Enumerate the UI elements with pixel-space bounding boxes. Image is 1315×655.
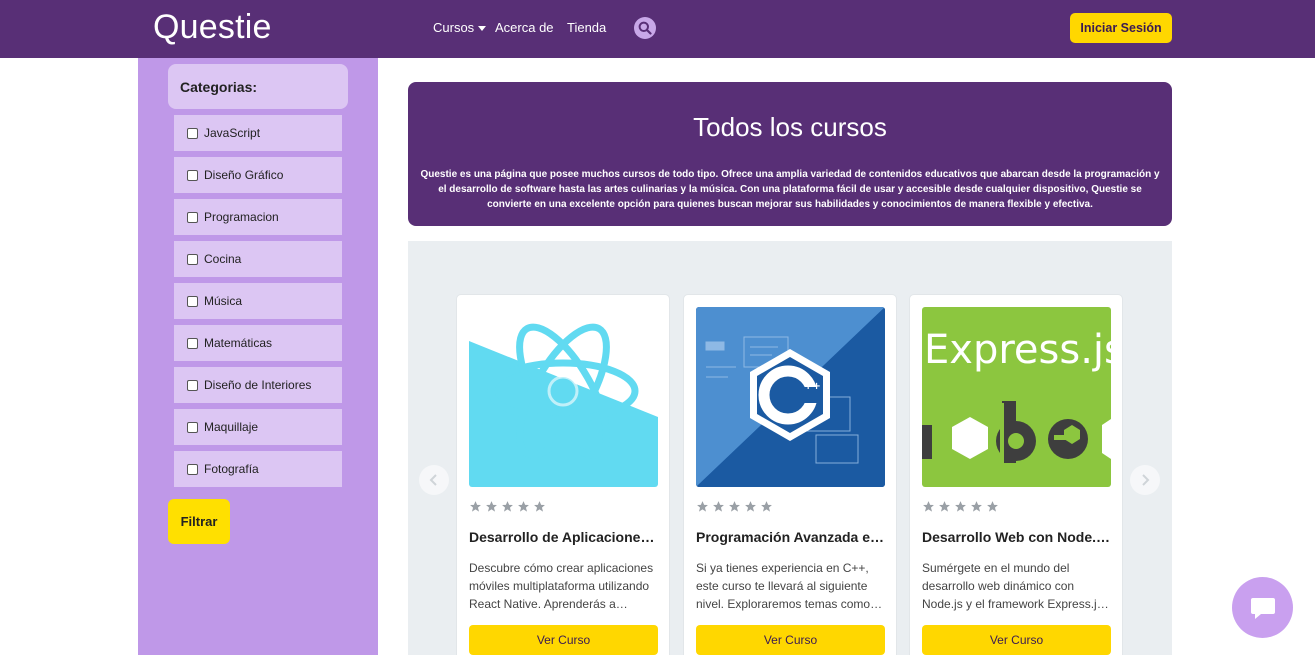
star-icon bbox=[923, 501, 934, 512]
chevron-down-icon bbox=[478, 26, 487, 31]
category-checkbox[interactable] bbox=[187, 379, 198, 391]
express-logo-text: Express.js bbox=[924, 327, 1111, 373]
course-image: Express.js bbox=[922, 307, 1111, 487]
brand-logo[interactable]: Questie bbox=[153, 8, 272, 47]
category-sidebar: Categorias: JavaScript Diseño Gráfico Pr… bbox=[138, 58, 378, 655]
category-label: Cocina bbox=[204, 252, 242, 266]
category-item-diseno-interiores[interactable]: Diseño de Interiores bbox=[174, 367, 342, 403]
cpp-logo-icon: ++ bbox=[696, 307, 885, 487]
category-label: Fotografía bbox=[204, 462, 259, 476]
categories-heading: Categorias: bbox=[168, 64, 348, 109]
category-checkbox[interactable] bbox=[187, 127, 198, 139]
search-icon bbox=[638, 21, 652, 35]
star-icon bbox=[697, 501, 708, 512]
chevron-right-icon bbox=[1142, 474, 1150, 486]
category-checkbox[interactable] bbox=[187, 463, 198, 475]
star-icon bbox=[518, 501, 529, 512]
star-icon bbox=[761, 501, 772, 512]
category-label: Maquillaje bbox=[204, 420, 259, 434]
category-label: Programacion bbox=[204, 210, 279, 224]
course-carousel: Desarrollo de Aplicaciones Móviles con R… bbox=[408, 241, 1172, 655]
rating-stars bbox=[469, 500, 546, 513]
category-checkbox[interactable] bbox=[187, 211, 198, 223]
view-course-button[interactable]: Ver Curso bbox=[696, 625, 885, 655]
category-label: JavaScript bbox=[204, 126, 261, 140]
star-icon bbox=[745, 501, 756, 512]
page-title: Todos los cursos bbox=[693, 112, 887, 142]
star-icon bbox=[955, 501, 966, 512]
category-item-fotografia[interactable]: Fotografía bbox=[174, 451, 342, 487]
react-logo-icon bbox=[469, 323, 658, 487]
category-label: Diseño de Interiores bbox=[204, 378, 312, 392]
carousel-next-button[interactable] bbox=[1130, 465, 1160, 495]
nav-acerca-link[interactable]: Acerca de bbox=[495, 20, 554, 35]
category-checkbox[interactable] bbox=[187, 295, 198, 307]
course-card: ++ Programación Avanzada en C++ Si ya ti… bbox=[683, 294, 897, 655]
course-description: Si ya tienes experiencia en C++, este cu… bbox=[696, 561, 871, 611]
category-item-maquillaje[interactable]: Maquillaje bbox=[174, 409, 342, 445]
category-checkbox[interactable] bbox=[187, 337, 198, 349]
chat-button[interactable] bbox=[1232, 577, 1293, 638]
search-button[interactable] bbox=[634, 17, 656, 39]
chat-bubble-icon bbox=[1250, 597, 1275, 619]
navbar: Questie Cursos Acerca de Tienda Iniciar … bbox=[0, 0, 1315, 58]
nav-tienda-link[interactable]: Tienda bbox=[567, 20, 606, 35]
carousel-prev-button[interactable] bbox=[419, 465, 449, 495]
hero-banner: Todos los cursos Questie es una página q… bbox=[408, 82, 1172, 226]
category-checkbox[interactable] bbox=[187, 421, 198, 433]
star-icon bbox=[534, 501, 545, 512]
view-course-button[interactable]: Ver Curso bbox=[469, 625, 658, 655]
rating-stars bbox=[922, 500, 999, 513]
star-icon bbox=[470, 501, 481, 512]
category-label: Música bbox=[204, 294, 243, 308]
chevron-left-icon bbox=[429, 474, 437, 486]
category-checkbox[interactable] bbox=[187, 253, 198, 265]
course-description: Sumérgete en el mundo del desarrollo web… bbox=[922, 561, 1103, 611]
star-icon bbox=[971, 501, 982, 512]
category-item-musica[interactable]: Música bbox=[174, 283, 342, 319]
star-icon bbox=[939, 501, 950, 512]
nav-cursos-label: Cursos bbox=[433, 20, 475, 35]
rating-stars bbox=[696, 500, 773, 513]
course-description: Descubre cómo crear aplicaciones móviles… bbox=[469, 561, 654, 611]
star-icon bbox=[729, 501, 740, 512]
filter-button[interactable]: Filtrar bbox=[168, 499, 230, 544]
course-title: Programación Avanzada en C++ bbox=[696, 529, 885, 545]
category-item-javascript[interactable]: JavaScript bbox=[174, 115, 342, 151]
svg-text:++: ++ bbox=[804, 381, 821, 392]
login-button[interactable]: Iniciar Sesión bbox=[1070, 13, 1172, 43]
category-item-matematicas[interactable]: Matemáticas bbox=[174, 325, 342, 361]
category-item-diseno-grafico[interactable]: Diseño Gráfico bbox=[174, 157, 342, 193]
category-item-cocina[interactable]: Cocina bbox=[174, 241, 342, 277]
category-label: Matemáticas bbox=[204, 336, 273, 350]
course-title: Desarrollo Web con Node.js y Express bbox=[922, 529, 1111, 545]
category-label: Diseño Gráfico bbox=[204, 168, 284, 182]
course-image bbox=[469, 307, 658, 487]
course-card: Express.js Desarrollo Web con Node.js y bbox=[909, 294, 1123, 655]
star-icon bbox=[713, 501, 724, 512]
star-icon bbox=[987, 501, 998, 512]
hero-description: Questie es una página que posee muchos c… bbox=[420, 169, 1160, 210]
category-checkbox[interactable] bbox=[187, 169, 198, 181]
star-icon bbox=[486, 501, 497, 512]
category-item-programacion[interactable]: Programacion bbox=[174, 199, 342, 235]
nav-cursos-dropdown[interactable]: Cursos bbox=[433, 20, 487, 35]
course-card: Desarrollo de Aplicaciones Móviles con R… bbox=[456, 294, 670, 655]
view-course-button[interactable]: Ver Curso bbox=[922, 625, 1111, 655]
star-icon bbox=[502, 501, 513, 512]
express-node-logo-icon: Express.js bbox=[922, 327, 1111, 463]
course-title: Desarrollo de Aplicaciones Móviles con R… bbox=[469, 529, 658, 545]
course-image: ++ bbox=[696, 307, 885, 487]
